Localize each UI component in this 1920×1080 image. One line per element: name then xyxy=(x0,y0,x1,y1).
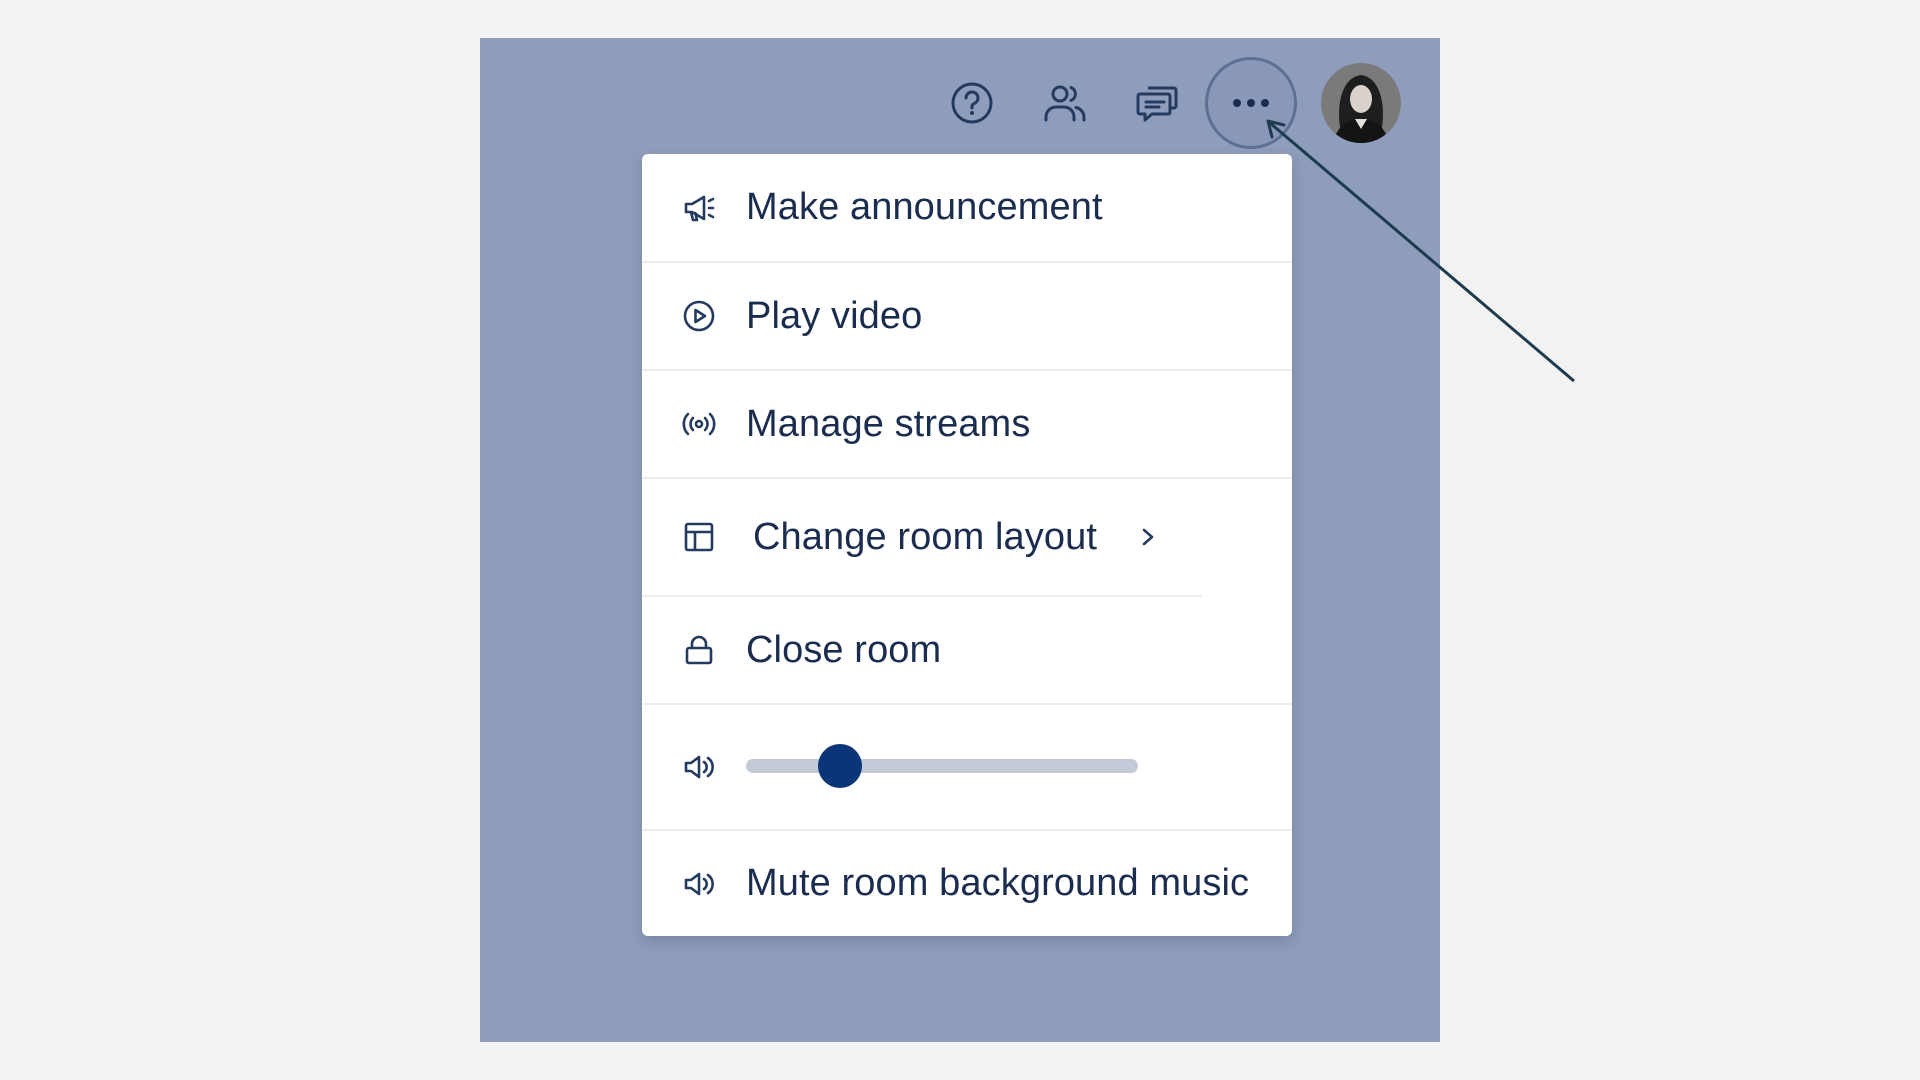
layout-icon xyxy=(680,518,718,556)
menu-item-change-room-layout[interactable]: Change room layout xyxy=(642,479,1292,595)
chat-button[interactable] xyxy=(1127,73,1187,133)
menu-item-manage-streams[interactable]: Manage streams xyxy=(642,371,1292,477)
menu-item-make-announcement[interactable]: Make announcement xyxy=(642,154,1292,261)
chat-icon xyxy=(1136,86,1178,122)
menu-item-close-room[interactable]: Close room xyxy=(642,597,1292,703)
help-icon xyxy=(951,82,993,124)
more-options-button[interactable] xyxy=(1205,57,1297,149)
play-circle-icon xyxy=(680,297,718,335)
more-icon xyxy=(1233,99,1269,107)
user-avatar[interactable] xyxy=(1321,63,1401,143)
volume-slider[interactable] xyxy=(746,744,1138,788)
menu-item-label: Make announcement xyxy=(746,186,1103,228)
volume-control xyxy=(642,705,1292,829)
broadcast-icon xyxy=(680,405,718,443)
speaker-icon[interactable] xyxy=(680,748,718,786)
lock-icon xyxy=(680,631,718,669)
menu-item-label: Manage streams xyxy=(746,402,1031,445)
speaker-icon xyxy=(680,865,718,903)
menu-item-mute-background-music[interactable]: Mute room background music xyxy=(642,831,1292,936)
volume-slider-thumb[interactable] xyxy=(818,744,863,788)
menu-item-label: Mute room background music xyxy=(746,862,1250,904)
menu-item-label: Change room layout xyxy=(753,515,1098,558)
help-button[interactable] xyxy=(942,73,1002,133)
people-button[interactable] xyxy=(1035,73,1095,133)
chevron-right-icon xyxy=(1142,528,1154,546)
more-options-menu: Make announcement Play video Manage stre… xyxy=(642,154,1292,936)
menu-item-label: Close room xyxy=(746,628,942,671)
people-icon xyxy=(1044,85,1086,122)
menu-item-label: Play video xyxy=(746,294,923,337)
menu-item-play-video[interactable]: Play video xyxy=(642,263,1292,369)
megaphone-icon xyxy=(680,189,718,227)
avatar-photo xyxy=(1321,63,1401,143)
